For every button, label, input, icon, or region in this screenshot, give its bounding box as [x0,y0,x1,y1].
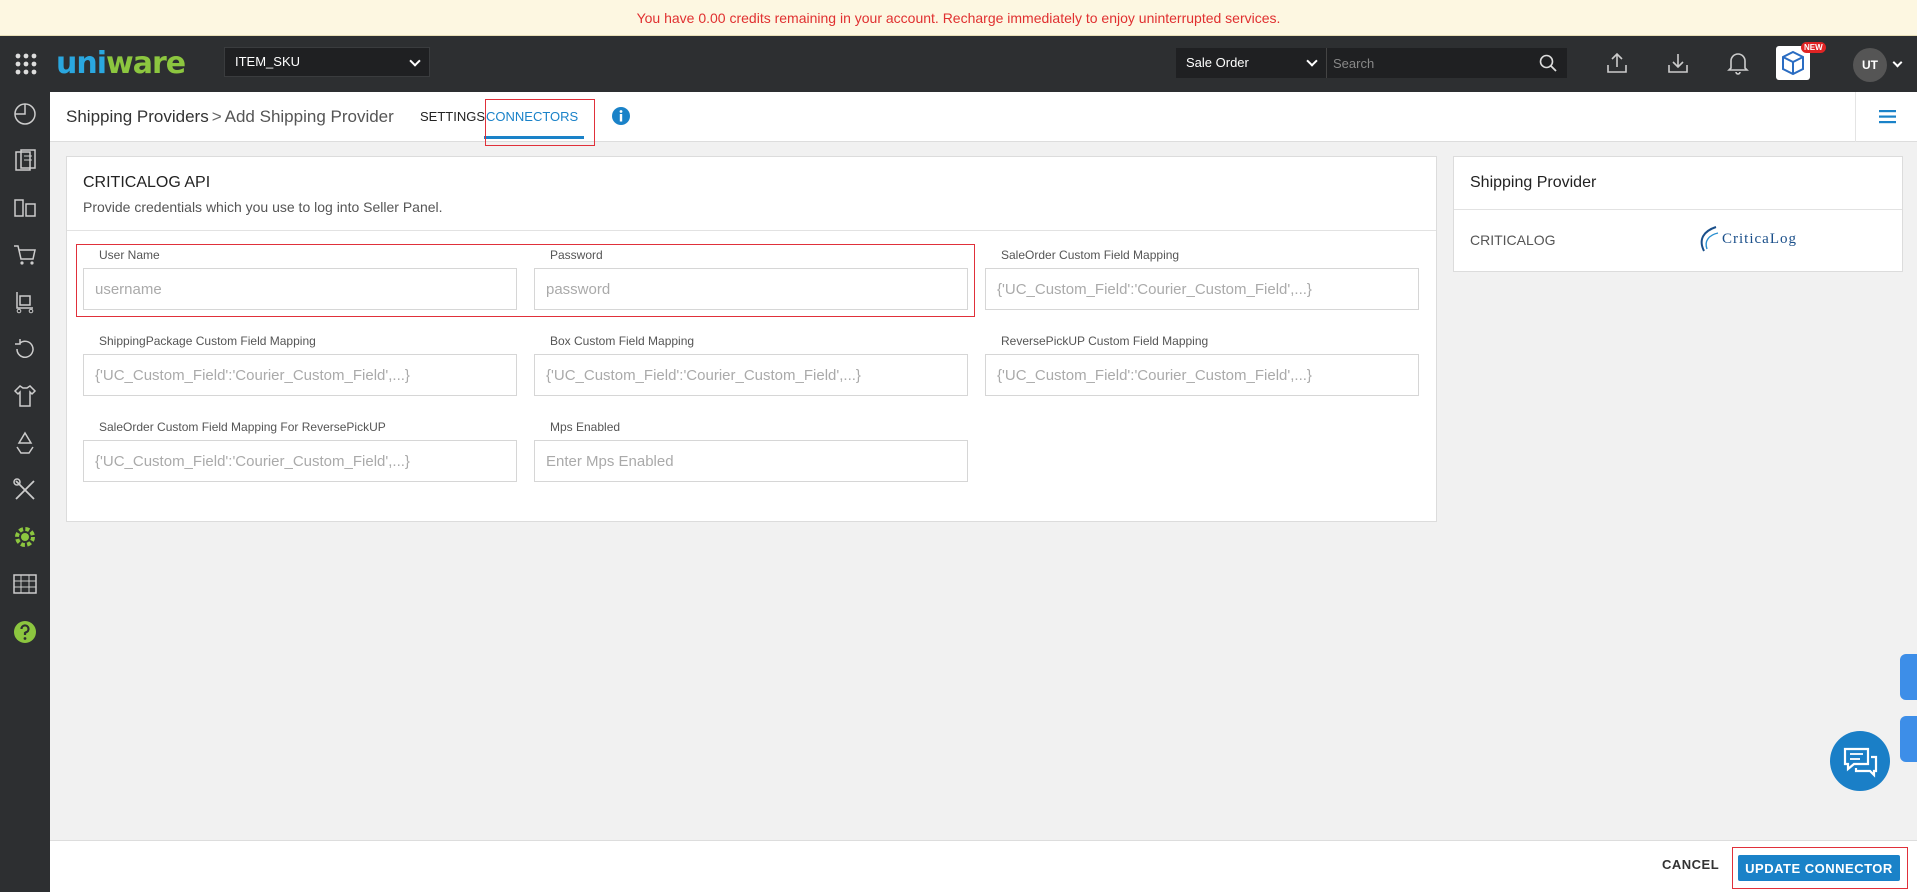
username-field[interactable] [83,268,517,310]
search-type-value: Sale Order [1186,55,1249,70]
help-icon[interactable] [11,618,39,646]
shippingpackage-mapping-label: ShippingPackage Custom Field Mapping [99,334,316,348]
upload-icon[interactable] [1604,50,1630,76]
barcode-icon[interactable] [11,570,39,598]
returns-icon[interactable] [11,335,39,363]
breadcrumb-shipping-providers[interactable]: Shipping Providers [66,107,209,126]
search-type-select[interactable]: Sale Order [1176,48,1326,78]
box-mapping-label: Box Custom Field Mapping [550,334,695,348]
criticalog-logo: CriticaLog [1694,223,1814,255]
breadcrumb-separator: > [211,107,222,126]
saleorder-mapping-label: SaleOrder Custom Field Mapping [1001,248,1180,262]
box-mapping-field[interactable] [534,354,968,396]
provider-name: CRITICALOG [1470,232,1556,248]
search-box [1326,48,1567,78]
shippingpackage-mapping-field[interactable] [83,354,517,396]
saleorder-mapping-field[interactable] [985,268,1419,310]
info-icon[interactable] [611,106,631,126]
products-icon[interactable] [11,194,39,222]
sku-select-value: ITEM_SKU [235,54,301,69]
mps-enabled-field[interactable] [534,440,968,482]
apps-grid-icon[interactable] [14,52,38,76]
connector-card: CRITICALOG API Provide credentials which… [66,156,1437,522]
trolley-icon[interactable] [11,288,39,316]
cart-icon[interactable] [11,241,39,269]
active-tab-indicator [484,136,584,139]
username-label: User Name [99,248,160,262]
connector-subtitle: Provide credentials which you use to log… [83,199,443,215]
tab-settings[interactable]: SETTINGS [420,109,485,124]
chat-button[interactable] [1830,731,1890,791]
side-widget-tab[interactable] [1900,716,1917,762]
chat-icon [1843,747,1878,778]
left-sidebar [0,92,50,892]
connector-title: CRITICALOG API [83,174,211,191]
settings-icon[interactable] [11,523,39,551]
apparel-icon[interactable] [11,382,39,410]
new-badge: NEW [1801,42,1826,53]
side-widget-tab[interactable] [1900,654,1917,700]
recycle-icon[interactable] [11,429,39,457]
chevron-down-icon [409,55,421,67]
reversepickup-mapping-field[interactable] [985,354,1419,396]
page-header: Shipping Providers > Add Shipping Provider… [50,92,1917,146]
card-divider [1454,209,1902,210]
saleorder-reversepickup-mapping-field[interactable] [83,440,517,482]
chevron-down-icon[interactable] [1892,57,1903,68]
credit-warning-banner: You have 0.00 credits remaining in your … [0,0,1917,36]
card-divider [67,230,1436,231]
top-bar: uniware ITEM_SKU Sale Order NEW UT [0,36,1917,92]
password-label: Password [550,248,603,262]
tools-icon[interactable] [11,476,39,504]
sku-select[interactable]: ITEM_SKU [224,47,430,77]
user-avatar[interactable]: UT [1853,48,1887,82]
provider-card-title: Shipping Provider [1470,174,1597,191]
dashboard-icon[interactable] [11,100,39,128]
hamburger-icon [1879,110,1896,124]
breadcrumb-current: Add Shipping Provider [224,107,394,126]
bell-icon[interactable] [1725,50,1751,76]
criticalog-logo-text: CriticaLog [1722,231,1797,247]
shipping-provider-card: Shipping Provider CRITICALOG CriticaLog [1453,156,1903,272]
unicommerce-logo[interactable]: uniware [56,46,186,81]
mps-enabled-label: Mps Enabled [550,420,621,434]
search-input[interactable] [1327,48,1527,78]
download-icon[interactable] [1665,50,1691,76]
criticalog-swoosh-icon [1700,226,1719,252]
orders-icon[interactable] [11,147,39,175]
breadcrumb: Shipping Providers > Add Shipping Provider [66,107,394,127]
cancel-button[interactable]: CANCEL [1662,857,1719,872]
tab-connectors[interactable]: CONNECTORS [486,109,578,124]
saleorder-reversepickup-mapping-label: SaleOrder Custom Field Mapping For Rever… [99,420,386,434]
action-footer: CANCEL UPDATE CONNECTOR [50,840,1917,892]
update-connector-button[interactable]: UPDATE CONNECTOR [1738,855,1900,881]
search-icon[interactable] [1539,54,1557,72]
password-field[interactable] [534,268,968,310]
chevron-down-icon [1306,55,1318,67]
menu-button[interactable] [1855,92,1917,142]
reversepickup-mapping-label: ReversePickUP Custom Field Mapping [1001,334,1209,348]
